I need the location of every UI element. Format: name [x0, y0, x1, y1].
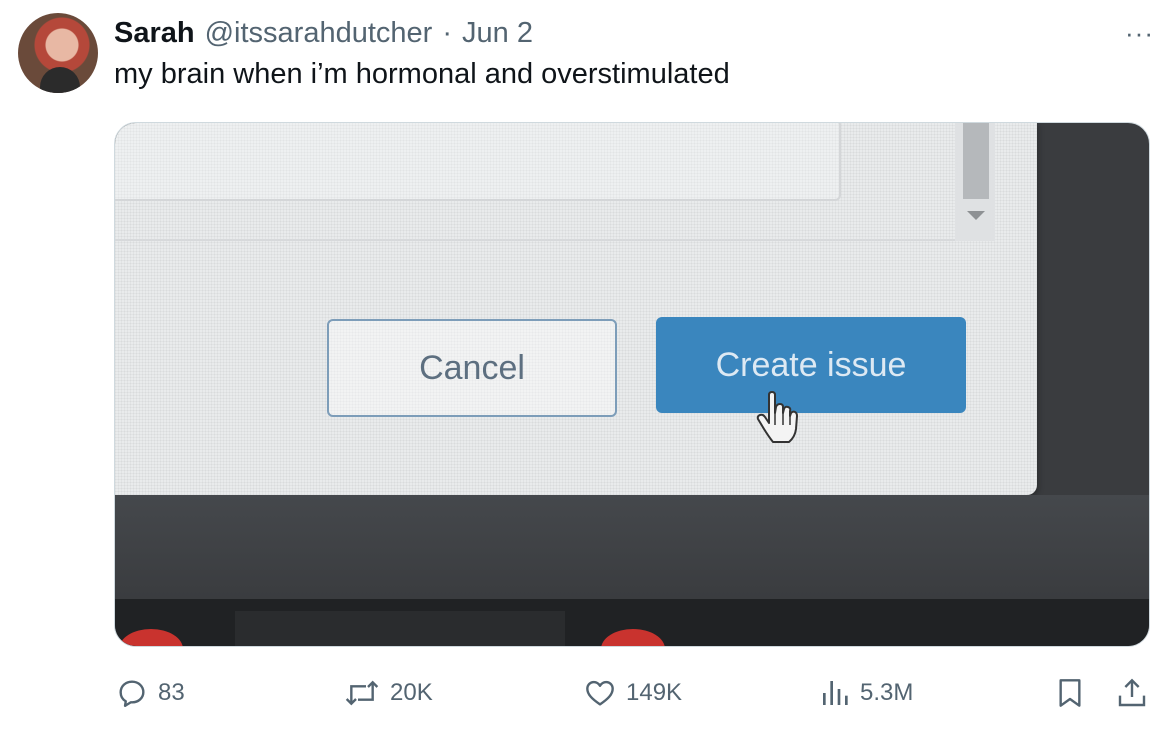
display-name[interactable]: Sarah [114, 17, 195, 50]
repost-button[interactable]: 20K [344, 670, 433, 716]
post-date[interactable]: Jun 2 [462, 17, 533, 50]
speech-bubble-icon [119, 680, 145, 707]
like-button[interactable]: 149K [584, 670, 682, 716]
photo-red-taskbar-icon [601, 629, 665, 646]
tweet-header: Sarah @itssarahdutcher · Jun 2 [114, 14, 533, 52]
repost-count: 20K [390, 679, 433, 706]
heart-icon [586, 680, 614, 706]
view-count: 5.3M [860, 679, 914, 706]
bookmark-icon [1059, 679, 1081, 707]
tweet-text: my brain when i’m hormonal and overstimu… [114, 58, 730, 90]
photo-scrollbar [955, 123, 995, 241]
more-options-icon[interactable]: ··· [1125, 18, 1154, 49]
repost-arrows-icon [345, 680, 379, 706]
photo-monitor-bezel [115, 495, 1149, 599]
separator-dot: · [442, 16, 452, 49]
photo-textarea-border [115, 239, 955, 241]
bookmark-button[interactable] [1054, 670, 1086, 716]
reply-count: 83 [158, 679, 185, 706]
share-button[interactable] [1116, 670, 1148, 716]
share-upload-icon [1118, 678, 1146, 707]
photo-create-issue-button: Create issue [656, 317, 966, 413]
user-handle[interactable]: @itssarahdutcher [205, 17, 433, 50]
tweet-media-photo[interactable]: Cancel Create issue [114, 122, 1150, 647]
photo-scroll-thumb [963, 123, 989, 199]
photo-cancel-button: Cancel [327, 319, 617, 417]
photo-red-taskbar-icon [119, 629, 183, 646]
photo-taskbar-panel [235, 611, 565, 646]
photo-textbox [115, 123, 841, 201]
scroll-down-arrow-icon [967, 211, 985, 220]
like-count: 149K [626, 679, 683, 706]
hand-pointer-icon [756, 391, 798, 443]
avatar[interactable] [18, 13, 98, 93]
photographed-screen: Cancel Create issue [115, 123, 1037, 495]
tweet-action-bar: 83 20K 149K 5.3M [0, 670, 1176, 716]
photo-taskbar [115, 599, 1149, 646]
views-button[interactable]: 5.3M [820, 670, 913, 716]
reply-button[interactable]: 83 [116, 670, 185, 716]
bar-chart-icon [823, 681, 848, 705]
